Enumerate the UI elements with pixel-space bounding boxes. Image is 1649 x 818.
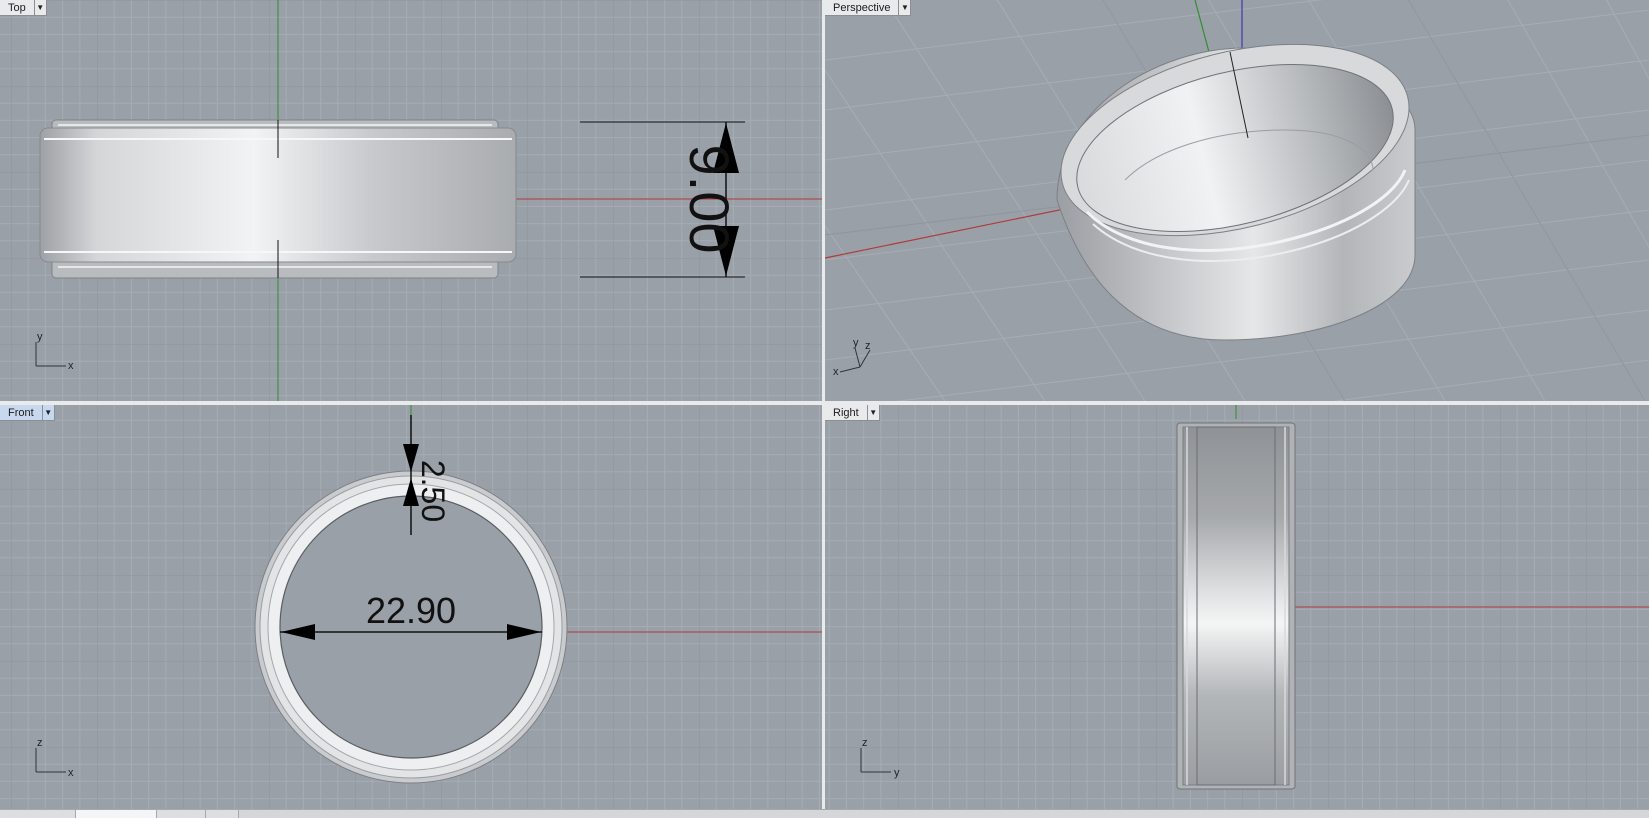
ring-right-view[interactable] [1176,422,1296,790]
viewport-front-canvas[interactable]: 22.90 2.50 z x [0,405,822,809]
viewport-title[interactable]: Front [0,405,42,420]
axis-label-x: x [68,360,74,372]
axis-label-y: y [37,331,43,343]
viewport-title-tab-front[interactable]: Front ▼ [0,405,55,421]
viewport-top[interactable]: 9.00 y x Top ▼ [0,0,822,401]
axis-label-z: z [862,737,868,749]
viewport-perspective-canvas[interactable]: y z x [825,0,1649,401]
axis-label-y: y [853,337,859,349]
viewport-right-canvas[interactable]: z y [825,405,1649,809]
viewport-right[interactable]: z y Right ▼ [825,405,1649,809]
axis-label-x: x [68,767,74,779]
viewport-title[interactable]: Top [0,0,34,15]
axis-label-x: x [833,366,839,378]
triangle-down-icon[interactable]: ▼ [898,0,910,15]
ring-top-view[interactable] [39,119,517,279]
viewport-perspective[interactable]: y z x Perspective ▼ [825,0,1649,401]
dimension-label: 22.90 [366,590,456,631]
viewport-title[interactable]: Perspective [825,0,898,15]
viewport-title-tab-top[interactable]: Top ▼ [0,0,47,16]
viewport-title-tab-perspective[interactable]: Perspective ▼ [825,0,912,16]
axis-label-z: z [865,340,871,352]
viewport-top-canvas[interactable]: 9.00 y x [0,0,822,401]
triangle-down-icon[interactable]: ▼ [41,405,54,420]
triangle-down-icon[interactable]: ▼ [33,0,46,15]
rhino-four-viewport-layout: 9.00 y x Top ▼ y z x Perspective ▼ 22.90… [0,0,1649,818]
dimension-label: 2.50 [415,460,451,522]
triangle-down-icon[interactable]: ▼ [866,405,879,420]
viewport-front[interactable]: 22.90 2.50 z x Front ▼ [0,405,822,809]
ring-perspective-view[interactable] [1041,12,1429,341]
axis-label-y: y [894,767,900,779]
viewport-title[interactable]: Right [825,405,867,420]
axis-widget: y z x [833,337,871,378]
dimension-label: 9.00 [678,145,741,254]
axis-label-z: z [37,737,43,749]
viewport-title-tab-right[interactable]: Right ▼ [825,405,880,421]
